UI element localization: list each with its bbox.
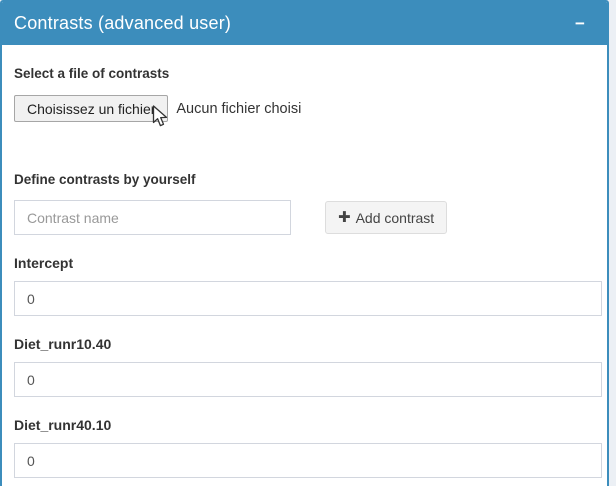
box-header: Contrasts (advanced user) − <box>2 2 607 45</box>
diet-runr10-40-label: Diet_runr10.40 <box>14 336 599 352</box>
contrasts-box: Contrasts (advanced user) − Select a fil… <box>0 0 609 486</box>
contrast-field-diet-runr10-40: Diet_runr10.40 <box>14 336 599 397</box>
minus-icon: − <box>575 14 585 33</box>
plus-icon: ✚ <box>338 210 351 225</box>
collapse-button[interactable]: − <box>567 2 593 45</box>
diet-runr40-10-input[interactable] <box>14 443 602 478</box>
define-contrast-row: ✚ Add contrast <box>14 200 599 235</box>
file-status-text: Aucun fichier choisi <box>176 101 301 117</box>
define-contrasts-label: Define contrasts by yourself <box>14 172 599 187</box>
contrast-field-intercept: Intercept <box>14 255 599 316</box>
add-contrast-button-label: Add contrast <box>356 210 435 226</box>
box-title: Contrasts (advanced user) <box>2 13 231 33</box>
intercept-input[interactable] <box>14 281 602 316</box>
browse-file-button[interactable]: Choisissez un fichier <box>14 95 168 122</box>
box-body: Select a file of contrasts Choisissez un… <box>2 45 607 486</box>
diet-runr10-40-input[interactable] <box>14 362 602 397</box>
contrast-name-input[interactable] <box>14 200 291 235</box>
diet-runr40-10-label: Diet_runr40.10 <box>14 417 599 433</box>
file-input: Choisissez un fichier Aucun fichier choi… <box>14 95 599 122</box>
add-contrast-button[interactable]: ✚ Add contrast <box>325 201 447 234</box>
file-input-label: Select a file of contrasts <box>14 66 599 81</box>
contrast-field-diet-runr40-10: Diet_runr40.10 <box>14 417 599 478</box>
intercept-label: Intercept <box>14 255 599 271</box>
